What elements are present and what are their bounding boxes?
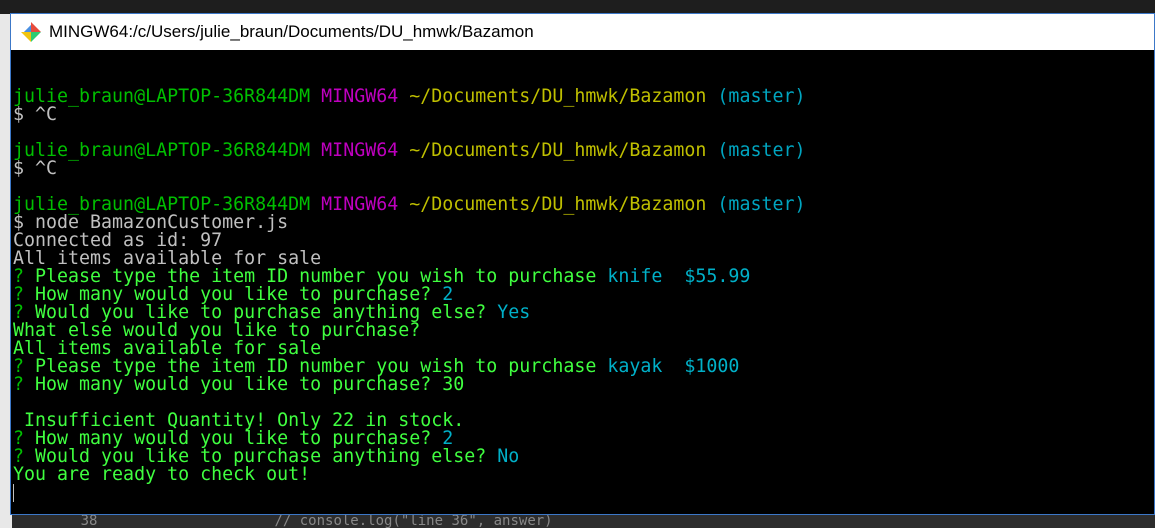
terminal-input-line[interactable] <box>13 484 1154 502</box>
terminal-text-prompt-branch: (master) <box>706 140 806 161</box>
background-editor-bottom: 38 // console.log("line 36", answer) <box>30 514 1155 528</box>
terminal-text-prompt-branch: (master) <box>706 194 806 215</box>
title-bar[interactable]: MINGW64:/c/Users/julie_braun/Documents/D… <box>11 14 1154 50</box>
terminal-text-prompt-path: ~/Documents/DU_hmwk/Bazamon <box>398 86 707 107</box>
text-cursor <box>13 484 14 502</box>
git-logo-icon <box>21 22 41 42</box>
terminal-text-plain: $ ^C <box>13 158 58 179</box>
editor-line-number: 38 <box>80 514 98 528</box>
background-editor <box>0 0 1155 14</box>
terminal-text-answer: Yes <box>497 302 531 323</box>
terminal-text-prompt-user: julie_braun@LAPTOP-36R844DM <box>13 140 311 161</box>
terminal-text-question-mark: ? <box>13 374 25 395</box>
terminal-text-prompt-branch: (master) <box>706 86 806 107</box>
terminal-text-prompt-path: ~/Documents/DU_hmwk/Bazamon <box>398 140 707 161</box>
terminal-text-prompt-mingw: MINGW64 <box>310 140 399 161</box>
window-title: MINGW64:/c/Users/julie_braun/Documents/D… <box>49 22 534 41</box>
terminal-text-answer: No <box>497 446 520 467</box>
terminal-line: $ ^C <box>13 104 1154 125</box>
terminal-line: ? How many would you like to purchase? 3… <box>13 374 1154 395</box>
terminal-text-prompt-mingw: MINGW64 <box>310 194 399 215</box>
terminal-text-prompt-mingw: MINGW64 <box>310 86 399 107</box>
terminal-line: $ ^C <box>13 158 1154 179</box>
terminal-text-answer: knife $55.99 <box>607 266 751 287</box>
terminal-window[interactable]: MINGW64:/c/Users/julie_braun/Documents/D… <box>10 13 1155 515</box>
terminal-line: julie_braun@LAPTOP-36R844DM MINGW64 ~/Do… <box>13 140 1154 161</box>
terminal-output[interactable]: julie_braun@LAPTOP-36R844DM MINGW64 ~/Do… <box>13 70 1154 502</box>
terminal-text-answer: kayak $1000 <box>607 356 740 377</box>
terminal-text-prompt-path: ~/Documents/DU_hmwk/Bazamon <box>398 194 707 215</box>
terminal-text-plain: $ ^C <box>13 104 58 125</box>
terminal-line: julie_braun@LAPTOP-36R844DM MINGW64 ~/Do… <box>13 86 1154 107</box>
terminal-text-question-text: How many would you like to purchase? 30 <box>24 374 465 395</box>
terminal-text-question-text: You are ready to check out! <box>13 464 311 485</box>
terminal-line: You are ready to check out! <box>13 464 1154 485</box>
terminal-text-prompt-user: julie_braun@LAPTOP-36R844DM <box>13 86 311 107</box>
editor-code: // console.log("line 36", answer) <box>274 514 553 528</box>
